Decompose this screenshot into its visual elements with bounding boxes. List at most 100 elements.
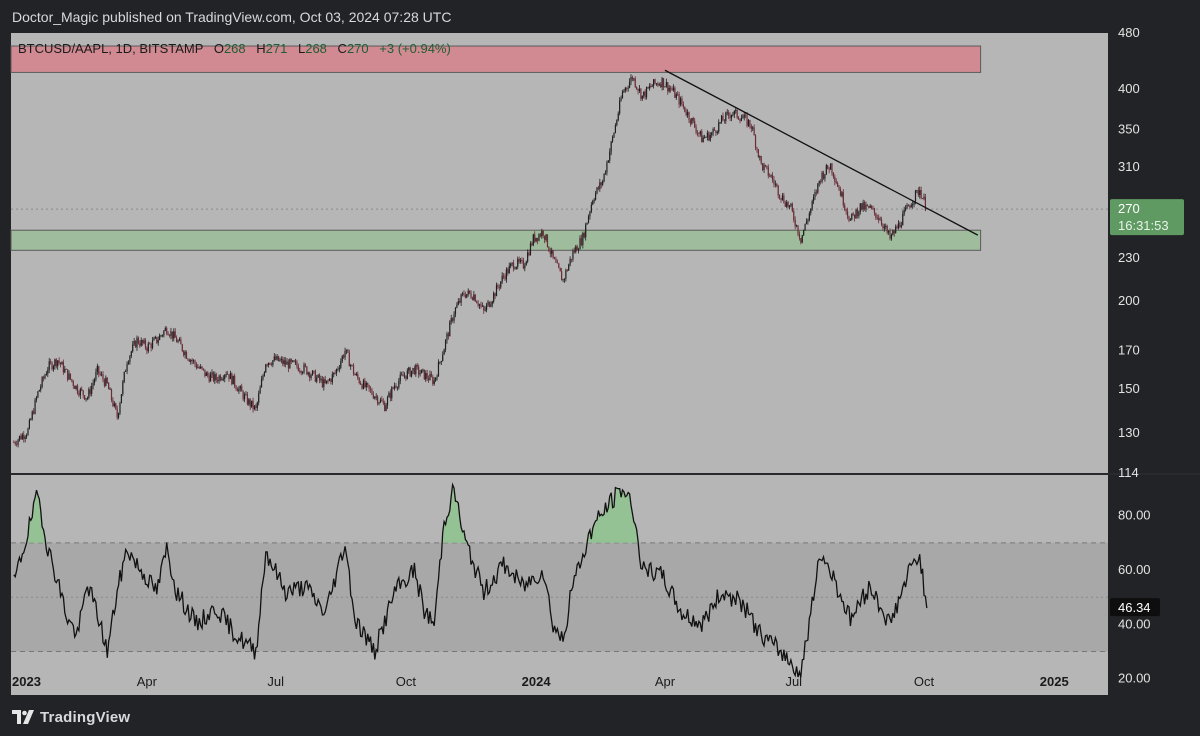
time-tick-label: Oct	[914, 674, 935, 689]
price-candle	[532, 233, 534, 247]
price-candle	[804, 223, 806, 231]
price-candle	[603, 173, 605, 183]
price-tick-label: 480	[1118, 25, 1140, 40]
rsi-tick-label: 80.00	[1118, 508, 1151, 523]
legend-close-value: 270	[347, 41, 369, 56]
price-candle	[289, 358, 291, 369]
legend-change: +3 (+0.94%)	[379, 41, 451, 56]
price-candle	[466, 293, 468, 299]
price-tick-label: 310	[1118, 159, 1140, 174]
price-candle	[409, 366, 411, 377]
legend-low-label: L	[298, 41, 305, 56]
price-candle	[684, 106, 686, 113]
price-candle	[708, 131, 710, 142]
price-tick-label: 400	[1118, 81, 1140, 96]
price-candle	[106, 377, 108, 384]
price-candle	[827, 164, 829, 170]
price-candle	[817, 183, 819, 195]
current-price-value: 270	[1118, 201, 1140, 216]
price-candle	[420, 369, 423, 374]
price-candle	[586, 222, 588, 225]
legend-high-value: 271	[266, 41, 288, 56]
price-tick-label: 114	[1118, 465, 1139, 480]
price-candle	[488, 301, 491, 308]
price-candle	[231, 372, 233, 386]
price-candle	[821, 170, 823, 184]
price-candle	[277, 355, 280, 362]
tradingview-brand[interactable]: TradingView	[12, 706, 130, 728]
rsi-value-badge: 46.34	[1110, 598, 1160, 617]
price-candle	[265, 363, 267, 373]
price-tick-label: 230	[1118, 250, 1140, 265]
price-candle	[757, 148, 759, 158]
price-candle	[443, 348, 445, 355]
price-candle	[559, 267, 561, 272]
price-tick-label: 200	[1118, 293, 1140, 308]
price-axis: 480 400 350 310 230 200 170 150 130 114	[1118, 25, 1140, 480]
price-candle	[803, 229, 805, 237]
price-candle	[31, 410, 33, 421]
price-tick-label: 350	[1118, 122, 1140, 137]
price-tick-label: 130	[1118, 425, 1140, 440]
price-tick-label: 170	[1118, 343, 1140, 358]
price-candle	[51, 361, 53, 371]
legend-low-value: 268	[305, 41, 327, 56]
price-candle	[181, 343, 183, 353]
price-candle	[546, 234, 549, 248]
support-zone[interactable]	[10, 229, 982, 251]
legend-symbol: BTCUSD/AAPL, 1D, BITSTAMP	[18, 41, 203, 56]
price-candle	[861, 203, 863, 211]
price-candle	[449, 320, 451, 337]
price-candle	[314, 369, 316, 383]
price-candle	[41, 376, 43, 389]
price-candle	[37, 390, 39, 399]
time-tick-label: Apr	[655, 674, 676, 689]
price-candle	[122, 379, 124, 397]
price-candle	[34, 397, 36, 415]
price-tick-label: 150	[1118, 381, 1140, 396]
price-candle	[311, 370, 314, 376]
rsi-tick-label: 40.00	[1118, 616, 1151, 631]
tradingview-logo-icon	[12, 710, 34, 724]
price-candle	[825, 163, 827, 176]
time-tick-label: Jul	[267, 674, 284, 689]
price-candle	[28, 418, 31, 430]
time-tick-label: 2024	[522, 674, 552, 689]
time-tick-label: 2023	[12, 674, 41, 689]
price-candle	[119, 401, 121, 415]
symbol-legend: BTCUSD/AAPL, 1D, BITSTAMP O268 H271 L268…	[18, 41, 451, 56]
rsi-current-value: 46.34	[1118, 600, 1151, 615]
price-candle	[829, 163, 832, 170]
price-candle	[27, 427, 29, 436]
price-candle	[674, 86, 676, 98]
price-candle	[212, 371, 215, 383]
price-candle	[474, 294, 476, 302]
time-tick-label: Apr	[137, 674, 158, 689]
price-candle	[134, 340, 137, 348]
price-candle	[548, 246, 550, 252]
legend-open-label: O	[214, 41, 224, 56]
chart-area[interactable]: 480 400 350 310 230 200 170 150 130 114 80.00 60.0…	[0, 0, 1200, 736]
legend-open-value: 268	[224, 41, 246, 56]
rsi-tick-label: 60.00	[1118, 562, 1151, 577]
current-price-badge: 270 16:31:53	[1110, 199, 1184, 236]
price-candle	[762, 162, 764, 172]
price-candle	[232, 375, 234, 385]
price-candle	[123, 371, 125, 384]
price-pane[interactable]	[11, 33, 1108, 473]
legend-close-label: C	[338, 41, 347, 56]
price-candle	[855, 208, 857, 219]
price-candle	[851, 213, 853, 221]
time-tick-label: 2025	[1040, 674, 1069, 689]
price-candle	[84, 394, 86, 401]
price-candle	[654, 78, 656, 85]
price-candle	[120, 394, 123, 404]
price-candle	[306, 366, 308, 376]
time-tick-label: Oct	[396, 674, 417, 689]
price-candle	[801, 235, 803, 244]
price-candle	[558, 262, 560, 269]
rsi-axis: 80.00 60.00 40.00 20.00	[1118, 508, 1151, 686]
rsi-tick-label: 20.00	[1118, 671, 1151, 686]
brand-name: TradingView	[40, 708, 131, 726]
price-candle	[423, 369, 425, 380]
